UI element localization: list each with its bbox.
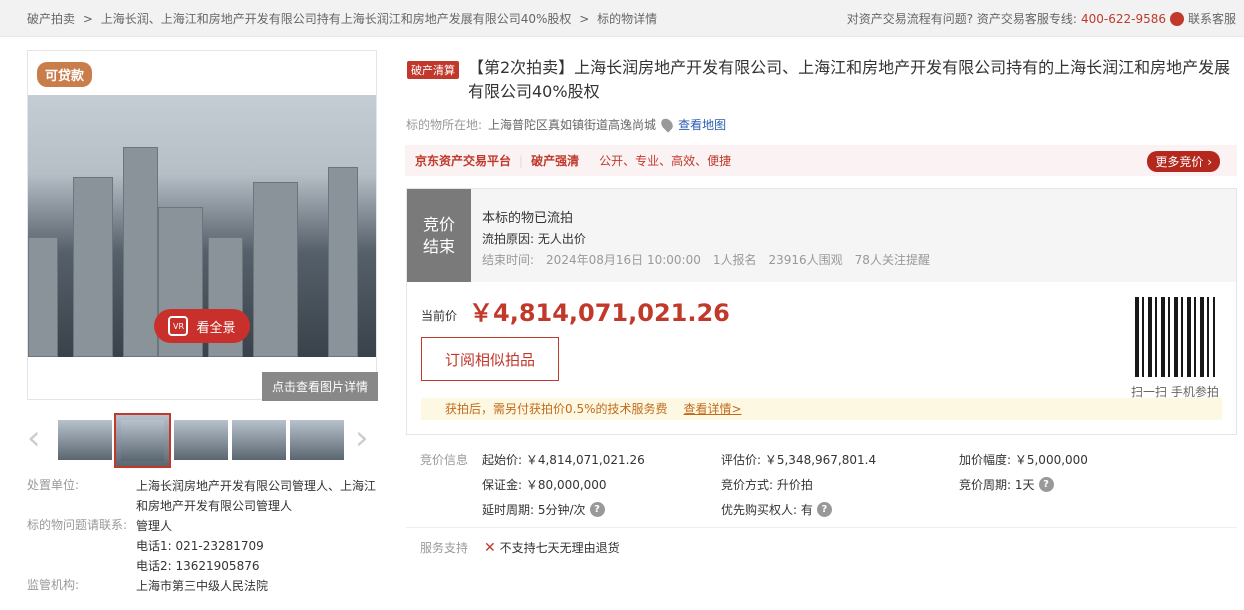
gallery-main: 可贷款 VR 看全景 点击查看图片详情 [27, 50, 378, 401]
service-support: 服务支持 ✕ 不支持七天无理由退货 [420, 539, 620, 556]
contact-label: 标的物问题请联系: [27, 518, 128, 532]
auction-status-panel: 竞价结束 本标的物已流拍 流拍原因: 无人出价 结束时间: 2024年08月16日… [406, 188, 1237, 435]
end-time: 2024年08月16日 10:00:00 [546, 253, 701, 267]
follows: 78人关注提醒 [854, 253, 930, 267]
vr-icon: VR [168, 316, 189, 336]
fee-details-link[interactable]: 查看详情> [684, 402, 742, 416]
breadcrumb-sep: > [82, 12, 93, 26]
slogan: 公开、专业、高效、便捷 [599, 154, 732, 168]
views: 23916人围观 [768, 253, 843, 267]
deposit: 保证金: ￥80,000,000 [482, 478, 607, 492]
panorama-label: 看全景 [196, 320, 236, 336]
location-row: 标的物所在地: 上海普陀区真如镇街道高逸尚城 查看地图 [406, 116, 726, 133]
page-title: 【第2次拍卖】上海长润房地产开发有限公司、上海江和房地产开发有限公司持有的上海长… [468, 58, 1231, 101]
delay-period: 延时周期: 5分钟/次? [482, 501, 605, 518]
thumbnail[interactable] [174, 420, 228, 460]
divider: | [519, 153, 524, 168]
breadcrumb-current: 标的物详情 [597, 12, 658, 26]
bid-info: 竞价信息 起始价: ￥4,814,071,021.26 评估价: ￥5,348,… [406, 440, 1237, 528]
phone2: 电话2: 13621905876 [136, 559, 260, 573]
help-icon[interactable]: ? [589, 502, 605, 517]
service-label: 服务支持 [420, 541, 469, 555]
auction-ended-badge: 竞价结束 [407, 189, 471, 282]
prev-arrow-icon[interactable]: ‹ [27, 418, 41, 458]
status-text: 本标的物已流拍 [482, 211, 574, 226]
thumbnail[interactable] [58, 420, 112, 460]
increment: 加价幅度: ￥5,000,000 [959, 453, 1088, 467]
platform-banner: 京东资产交易平台 | 破产强清 公开、专业、高效、便捷 更多竞价 › [405, 145, 1237, 176]
fee-text: 获拍后，需另付获拍价0.5%的技术服务费 [445, 402, 668, 416]
current-price-label: 当前价 [421, 309, 458, 323]
thumbnail[interactable] [290, 420, 344, 460]
hotline: 400-622-9586 [1080, 11, 1166, 26]
x-icon: ✕ [484, 540, 496, 556]
bid-period: 竞价周期: 1天? [959, 476, 1054, 493]
current-price: ￥4,814,071,021.26 [469, 299, 730, 327]
map-pin-icon [658, 116, 676, 133]
disposer-value: 上海长润房地产开发有限公司管理人、上海江和房地产开发有限公司管理人 [136, 479, 377, 513]
view-image-details-button[interactable]: 点击查看图片详情 [262, 372, 378, 401]
appraisal-price: 评估价: ￥5,348,967,801.4 [721, 453, 877, 467]
supervisor-value: 上海市第三中级人民法院 [136, 579, 269, 593]
no-return-policy: 不支持七天无理由退货 [499, 541, 620, 555]
thumbnail-selected[interactable] [114, 413, 171, 468]
subscribe-similar-button[interactable]: 订阅相似拍品 [421, 337, 559, 381]
platform-name: 京东资产交易平台 [415, 154, 512, 168]
contact-value: 管理人 [136, 519, 173, 533]
fee-notice: 获拍后，需另付获拍价0.5%的技术服务费 查看详情> [421, 398, 1222, 420]
ended-label: 竞价结束 [422, 214, 455, 256]
more-auctions-button[interactable]: 更多竞价 › [1147, 151, 1220, 172]
start-price: 起始价: ￥4,814,071,021.26 [482, 453, 645, 467]
failure-reason: 流拍原因: 无人出价 [482, 232, 586, 246]
help-icon[interactable]: ? [1038, 477, 1054, 492]
bankruptcy-tag: 破产清算 [407, 61, 459, 79]
disposer-row: 处置单位: 上海长润房地产开发有限公司管理人、上海江和房地产开发有限公司管理人 [27, 476, 376, 513]
location-label: 标的物所在地: [406, 118, 483, 132]
end-time-label: 结束时间: [482, 253, 535, 267]
supervisor-row: 监管机构: 上海市第三中级人民法院 [27, 576, 268, 593]
help-bar: 对资产交易流程有问题? 资产交易客服专线: 400-622-9586 联系客服 [847, 10, 1236, 27]
help-icon[interactable]: ? [816, 502, 832, 517]
bid-info-label: 竞价信息 [420, 453, 469, 467]
disposer-label: 处置单位: [27, 478, 80, 492]
supervisor-label: 监管机构: [27, 578, 80, 592]
help-text: 对资产交易流程有问题? 资产交易客服专线: [846, 12, 1077, 26]
phone1: 电话1: 021-23281709 [136, 539, 264, 553]
qr-code [1135, 297, 1215, 377]
signups: 1人报名 [712, 253, 757, 267]
priority-buyer: 优先购买权人: 有? [721, 501, 832, 518]
view-map-link[interactable]: 查看地图 [678, 116, 726, 133]
breadcrumb-sep: > [579, 12, 590, 26]
panorama-button[interactable]: VR 看全景 [154, 309, 250, 343]
contact-row: 标的物问题请联系: 管理人 [27, 516, 172, 533]
breadcrumb-link[interactable]: 破产拍卖 [27, 12, 75, 26]
category-label: 破产强清 [531, 154, 580, 168]
contact-service-link[interactable]: 联系客服 [1188, 10, 1236, 27]
status-meta: 结束时间: 2024年08月16日 10:00:00 1人报名 23916人围观 78人… [482, 251, 942, 268]
status-header: 竞价结束 本标的物已流拍 流拍原因: 无人出价 结束时间: 2024年08月16日… [407, 189, 1236, 282]
next-arrow-icon[interactable]: › [355, 418, 369, 458]
bid-mode: 竞价方式: 升价拍 [721, 478, 813, 492]
breadcrumb-link[interactable]: 上海长润、上海江和房地产开发有限公司持有上海长润江和房地产发展有限公司40%股权 [101, 12, 572, 26]
location-value: 上海普陀区真如镇街道高逸尚城 [488, 118, 657, 132]
thumbnail[interactable] [232, 420, 286, 460]
customer-service-icon [1169, 11, 1184, 26]
breadcrumb: 破产拍卖 > 上海长润、上海江和房地产开发有限公司持有上海长润江和房地产发展有限… [27, 10, 661, 27]
loan-badge: 可贷款 [37, 62, 93, 87]
